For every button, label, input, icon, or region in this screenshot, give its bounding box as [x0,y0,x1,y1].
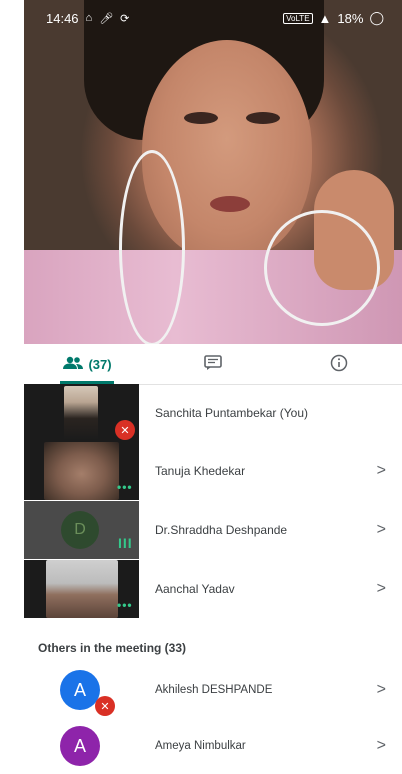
info-icon [330,354,348,375]
signal-icon: ▲ [318,10,332,26]
other-participant-row[interactable]: A Ameya Nimbulkar > [24,718,402,774]
chat-icon [204,354,222,374]
participant-row[interactable]: ••• Tanuja Khedekar > [24,442,402,500]
chevron-right-icon: > [376,681,386,698]
participant-photo [44,442,119,500]
participant-name: Sanchita Puntambekar (You) [155,406,308,420]
battery-icon: ◯ [369,10,384,25]
participant-photo [46,560,118,618]
participant-name: Dr.Shraddha Deshpande [155,523,288,537]
participant-name: Akhilesh DESHPANDE [155,684,273,696]
chevron-right-icon: > [376,462,386,479]
tab-info[interactable] [276,344,402,384]
tab-chat[interactable] [150,344,276,384]
participant-row[interactable]: ✕ Sanchita Puntambekar (You) [24,384,402,442]
battery-text: 18% [337,10,364,26]
talking-indicator: ••• [117,598,133,612]
talking-indicator: ••• [117,480,133,494]
meeting-tabs: (37) [24,344,402,385]
video-eye [246,112,280,124]
participant-initial-avatar: D [61,511,99,549]
talking-indicator: III [118,535,133,551]
video-lips [210,196,250,212]
status-bar: 14:46 ⌂ 🎤︎ ⟳ VoLTE ▲ 18% ◯ [24,0,402,36]
chevron-right-icon: > [376,737,386,754]
mic-icon: 🎤︎ [99,12,114,25]
others-section-title: Others in the meeting (33) [38,641,187,655]
main-video-feed[interactable] [24,0,402,344]
participant-thumbnail: ✕ [24,384,139,442]
participant-avatar-wrap: A ✕ [24,662,139,718]
participant-name: Tanuja Khedekar [155,464,246,478]
people-icon [62,356,84,373]
volte-icon: VoLTE [283,12,313,24]
participant-name: Ameya Nimbulkar [155,740,246,752]
mic-off-icon: ✕ [95,696,115,716]
status-time: 14:46 [46,10,79,26]
participant-name: Aanchal Yadav [155,582,235,596]
earphone-wire [264,210,380,326]
video-eye [184,112,218,124]
earphone-wire [119,150,185,344]
participant-avatar-wrap: A [24,718,139,774]
sync-icon: ⟳ [120,12,130,25]
participant-row[interactable]: ••• Aanchal Yadav > [24,560,402,618]
people-count: (37) [88,356,112,372]
other-participant-row[interactable]: A ✕ Akhilesh DESHPANDE > [24,662,402,718]
avatar: A [60,670,100,710]
participant-thumbnail: ••• [24,560,139,618]
home-icon: ⌂ [85,12,93,24]
participant-photo [64,386,98,440]
chevron-right-icon: > [376,580,386,597]
avatar: A [60,726,100,766]
mic-off-icon: ✕ [115,420,135,440]
chevron-right-icon: > [376,521,386,538]
participant-thumbnail: ••• [24,442,139,500]
participant-row[interactable]: D III Dr.Shraddha Deshpande > [24,501,402,559]
participant-thumbnail: D III [24,501,139,559]
tab-people[interactable]: (37) [24,344,150,384]
